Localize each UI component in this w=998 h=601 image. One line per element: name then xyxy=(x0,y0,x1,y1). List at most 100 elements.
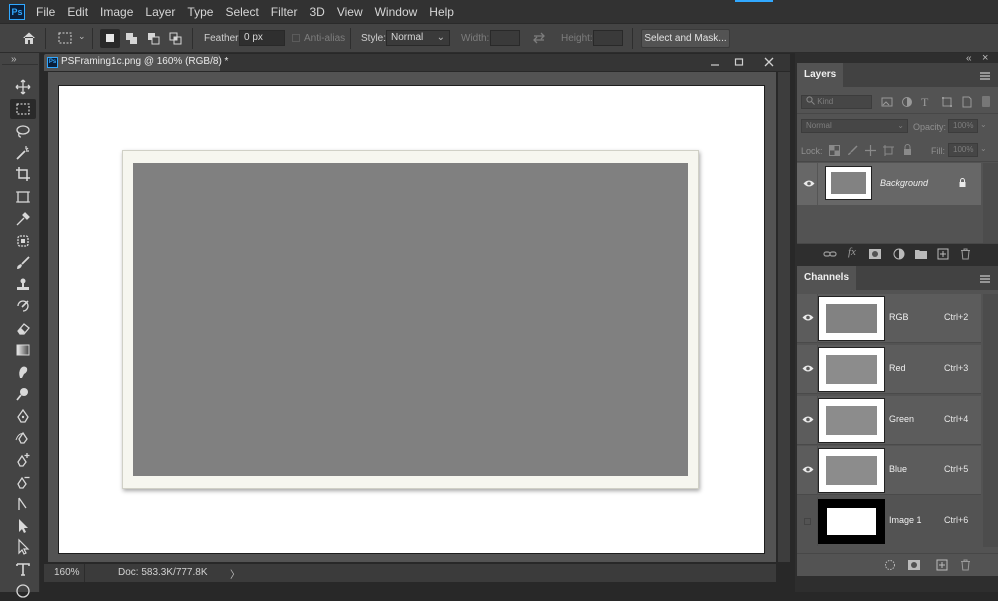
pen-tool-icon[interactable] xyxy=(10,406,36,426)
filter-toggle-icon[interactable] xyxy=(982,96,990,107)
channel-visibility-eye-icon[interactable] xyxy=(802,364,814,374)
chevron-down-icon[interactable]: ⌄ xyxy=(78,31,86,42)
subtract-from-selection-button[interactable] xyxy=(144,29,164,48)
adjustment-filter-icon[interactable] xyxy=(901,96,913,111)
add-to-selection-button[interactable] xyxy=(122,29,142,48)
new-layer-icon[interactable] xyxy=(937,248,951,260)
lasso-tool-icon[interactable] xyxy=(10,121,36,141)
document-tab[interactable]: Ps PSFraming1c.png @ 160% (RGB/8) * xyxy=(44,54,228,71)
layer-visibility-eye-icon[interactable] xyxy=(803,179,815,189)
smart-object-filter-icon[interactable] xyxy=(961,96,973,111)
freeform-pen-tool-icon[interactable] xyxy=(10,428,36,448)
anti-alias-checkbox[interactable] xyxy=(292,34,300,42)
channel-row-red[interactable]: Red Ctrl+3 xyxy=(797,345,981,394)
menu-file[interactable]: File xyxy=(30,0,61,24)
select-and-mask-button[interactable]: Select and Mask... xyxy=(641,29,730,48)
lock-image-pixels-icon[interactable] xyxy=(847,145,858,159)
menu-image[interactable]: Image xyxy=(94,0,139,24)
new-selection-button[interactable] xyxy=(100,29,120,48)
channels-panel-menu-icon[interactable] xyxy=(980,274,992,284)
layer-style-fx-icon[interactable]: fx xyxy=(848,246,856,258)
vertical-scrollbar[interactable] xyxy=(778,72,790,562)
opacity-input[interactable]: 100% xyxy=(948,119,978,133)
home-icon[interactable] xyxy=(21,30,37,46)
brush-tool-icon[interactable] xyxy=(10,253,36,273)
menu-window[interactable]: Window xyxy=(369,0,424,24)
channel-visibility-toggle[interactable] xyxy=(804,518,811,525)
add-mask-icon[interactable] xyxy=(868,248,882,260)
new-adjustment-layer-icon[interactable] xyxy=(893,248,907,260)
new-group-icon[interactable] xyxy=(914,248,928,260)
delete-channel-icon[interactable] xyxy=(960,559,974,571)
eyedropper-tool-icon[interactable] xyxy=(10,209,36,229)
height-input[interactable] xyxy=(593,30,623,46)
layers-tab[interactable]: Layers xyxy=(797,63,844,87)
crop-tool-icon[interactable] xyxy=(10,164,36,184)
smudge-tool-icon[interactable] xyxy=(10,362,36,382)
style-select[interactable]: Normal ⌄ xyxy=(386,30,450,46)
channel-row-green[interactable]: Green Ctrl+4 xyxy=(797,396,981,445)
magic-wand-tool-icon[interactable] xyxy=(10,143,36,163)
layer-filter-kind[interactable]: Kind xyxy=(801,95,872,109)
link-layers-icon[interactable] xyxy=(823,248,837,260)
chevron-down-icon[interactable]: ⌄ xyxy=(980,120,987,129)
minimize-button[interactable] xyxy=(704,54,726,70)
lock-position-icon[interactable] xyxy=(865,145,876,159)
channel-row-image-1[interactable]: Image 1 Ctrl+6 xyxy=(797,497,981,546)
layer-row-background[interactable]: Background xyxy=(797,163,981,205)
channel-row-rgb[interactable]: RGB Ctrl+2 xyxy=(797,294,981,343)
lock-artboard-icon[interactable] xyxy=(883,145,894,159)
eraser-tool-icon[interactable] xyxy=(10,318,36,338)
intersect-selection-button[interactable] xyxy=(166,29,186,48)
type-tool-icon[interactable] xyxy=(10,559,36,579)
spot-healing-tool-icon[interactable] xyxy=(10,231,36,251)
gradient-tool-icon[interactable] xyxy=(10,340,36,360)
lock-all-icon[interactable] xyxy=(902,144,913,159)
history-brush-tool-icon[interactable] xyxy=(10,296,36,316)
load-channel-as-selection-icon[interactable] xyxy=(884,559,898,571)
menu-3d[interactable]: 3D xyxy=(303,0,330,24)
swap-icon[interactable] xyxy=(531,30,547,46)
convert-point-tool-icon[interactable] xyxy=(10,494,36,514)
feather-input[interactable]: 0 px xyxy=(239,30,285,46)
close-button[interactable] xyxy=(758,54,780,70)
blend-mode-select[interactable]: Normal ⌄ xyxy=(801,119,908,133)
rectangular-marquee-tool-icon[interactable] xyxy=(10,99,36,119)
image-filter-icon[interactable] xyxy=(881,96,893,111)
add-anchor-tool-icon[interactable] xyxy=(10,450,36,470)
shape-filter-icon[interactable] xyxy=(941,96,953,111)
path-selection-tool-icon[interactable] xyxy=(10,516,36,536)
menu-select[interactable]: Select xyxy=(219,0,264,24)
layers-panel-menu-icon[interactable] xyxy=(980,71,992,81)
menu-type[interactable]: Type xyxy=(181,0,219,24)
chevron-down-icon[interactable]: ⌄ xyxy=(980,144,987,153)
channel-visibility-eye-icon[interactable] xyxy=(802,465,814,475)
restore-button[interactable] xyxy=(728,54,750,70)
channel-row-blue[interactable]: Blue Ctrl+5 xyxy=(797,446,981,495)
menu-layer[interactable]: Layer xyxy=(139,0,181,24)
type-filter-icon[interactable]: T xyxy=(921,95,928,110)
zoom-level[interactable]: 160% xyxy=(54,567,80,578)
marquee-preset-icon[interactable] xyxy=(57,30,73,46)
new-channel-icon[interactable] xyxy=(936,559,950,571)
direct-selection-tool-icon[interactable] xyxy=(10,537,36,557)
menu-view[interactable]: View xyxy=(331,0,369,24)
menu-edit[interactable]: Edit xyxy=(61,0,94,24)
ellipse-tool-icon[interactable] xyxy=(10,581,36,601)
menu-filter[interactable]: Filter xyxy=(265,0,304,24)
menu-help[interactable]: Help xyxy=(423,0,460,24)
layer-lock-icon[interactable] xyxy=(958,178,967,191)
clone-stamp-tool-icon[interactable] xyxy=(10,275,36,295)
delete-anchor-tool-icon[interactable] xyxy=(10,472,36,492)
channels-tab[interactable]: Channels xyxy=(797,266,857,290)
channel-visibility-eye-icon[interactable] xyxy=(802,313,814,323)
frame-tool-icon[interactable] xyxy=(10,187,36,207)
channel-visibility-eye-icon[interactable] xyxy=(802,415,814,425)
lock-transparent-pixels-icon[interactable] xyxy=(829,145,840,159)
move-tool-icon[interactable] xyxy=(10,77,36,97)
delete-layer-icon[interactable] xyxy=(960,248,974,260)
width-input[interactable] xyxy=(490,30,520,46)
layer-name[interactable]: Background xyxy=(880,178,928,188)
fill-input[interactable]: 100% xyxy=(948,143,978,157)
channels-scrollbar[interactable] xyxy=(983,294,998,547)
